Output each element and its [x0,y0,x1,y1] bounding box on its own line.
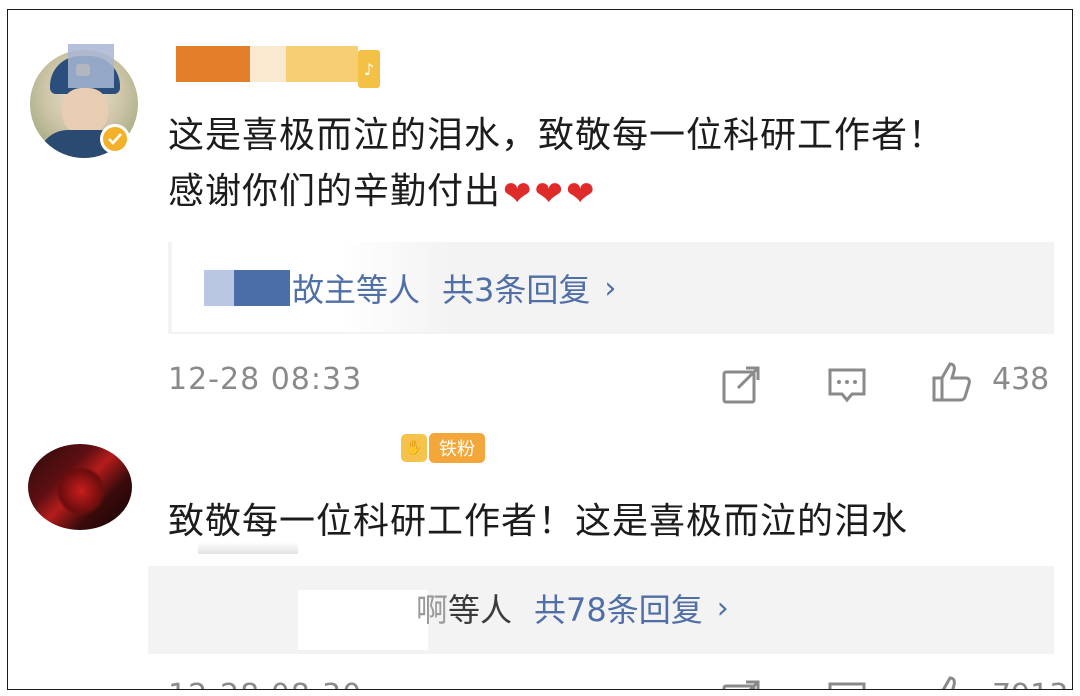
thumbs-up-icon[interactable] [930,674,972,690]
heart-icon: ❤ [566,174,596,214]
replies-by-partial: 啊 [416,591,449,629]
redaction-block [176,46,250,82]
comment-1-text: 这是喜极而泣的泪水，致敬每一位科研工作者！ 感谢你们的辛勤付出❤❤❤ [168,108,1048,222]
redaction-block [234,270,290,306]
like-count-2: 7913 [992,678,1068,689]
user-avatar-2[interactable] [28,444,132,530]
avatar-figure [56,466,106,516]
comment-1-line2: 感谢你们的辛勤付出❤❤❤ [168,164,1048,222]
replies-count: 共3条回复 [442,271,591,309]
redaction-smudge [298,590,428,650]
replies-count: 共78条回复 [534,591,703,629]
fan-badge-label: 铁粉 [429,433,485,463]
chevron-right-icon: › [604,270,617,306]
fan-badge: ✋ 铁粉 [401,430,485,466]
avatar-face [62,88,108,136]
redaction-smudge [198,542,298,554]
heart-icon: ❤ [534,174,565,214]
like-count-1: 438 [992,362,1050,397]
redaction-block [286,46,358,82]
replies-link-1[interactable]: 故主等人 共3条回复 › [204,266,616,310]
fan-badge-icon: ✋ [401,434,427,462]
comment-1-time: 12-28 08:33 [168,362,363,397]
avatar-redaction [68,44,114,88]
share-icon[interactable] [720,678,762,690]
comment-2-text: 致敬每一位科研工作者！这是喜极而泣的泪水 [168,501,909,542]
verified-icon [100,124,130,154]
comment-2-time: 12-28 08:30 [168,678,362,689]
member-badge-icon: ♪ [358,50,380,88]
heart-icon: ❤ [503,174,533,214]
redaction-block [250,46,286,82]
thumbs-up-icon[interactable] [930,360,972,402]
screenshot-frame: ♪ 这是喜极而泣的泪水，致敬每一位科研工作者！ 感谢你们的辛勤付出❤❤❤ 故主等… [7,9,1073,690]
replies-link-2[interactable]: 啊 等人 共78条回复 › [416,586,729,630]
comment-1-line2-text: 感谢你们的辛勤付出 [168,171,502,212]
replies-by: 故主等人 [292,271,421,309]
comment-icon[interactable] [826,364,868,406]
comment-1-line1: 这是喜极而泣的泪水，致敬每一位科研工作者！ [168,115,946,156]
share-icon[interactable] [720,364,762,406]
comment-icon[interactable] [826,678,868,690]
redaction-block [204,270,234,306]
chevron-right-icon: › [716,590,729,626]
replies-by: 等人 [448,591,513,629]
username-redacted-1[interactable] [176,46,358,82]
